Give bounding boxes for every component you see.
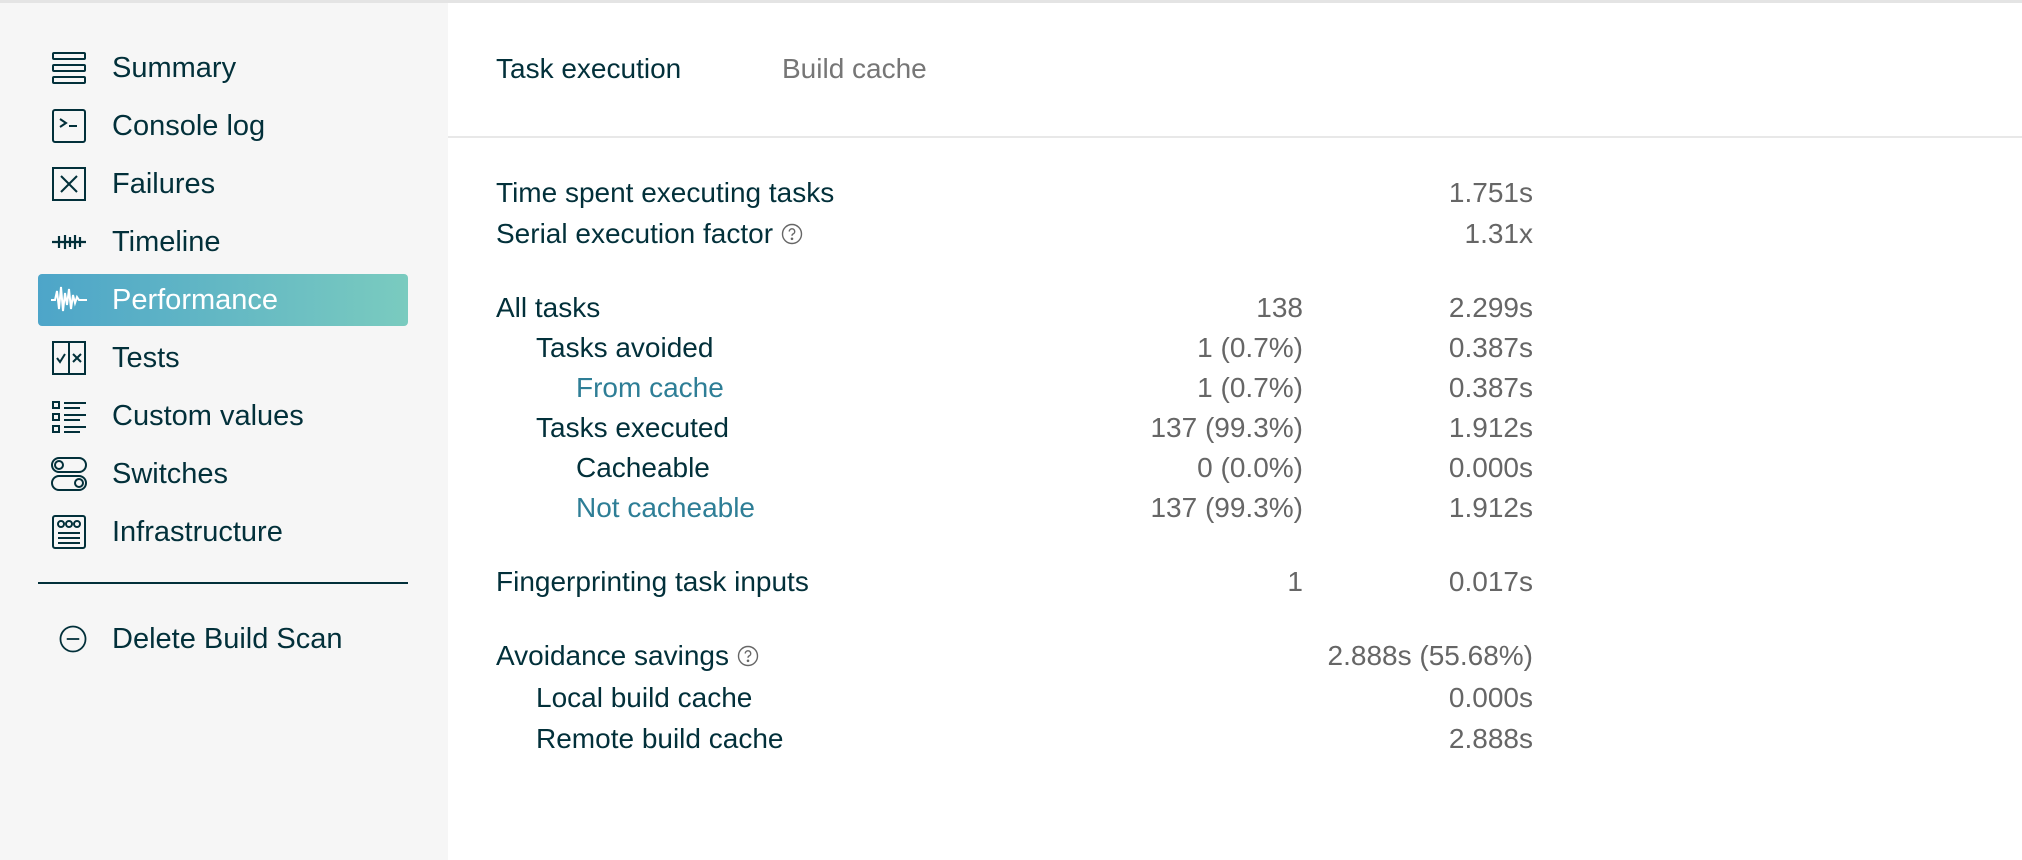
tab-bar: Task execution Build cache bbox=[448, 3, 2022, 138]
metric-time: 0.000s bbox=[1448, 452, 1533, 483]
sidebar-item-summary[interactable]: Summary bbox=[38, 42, 408, 94]
sidebar-item-switches[interactable]: Switches bbox=[38, 448, 408, 500]
help-icon[interactable] bbox=[781, 220, 803, 245]
sidebar-item-label: Failures bbox=[112, 167, 216, 200]
metric-row-tasks-executed: Tasks executed 137 (99.3%) 1.912s bbox=[496, 412, 1996, 448]
infrastructure-icon bbox=[50, 513, 88, 551]
metric-row-all-tasks: All tasks 138 2.299s bbox=[496, 292, 1996, 328]
sidebar: Summary Console log Failures Timeline Pe… bbox=[0, 3, 448, 860]
sidebar-item-timeline[interactable]: Timeline bbox=[38, 216, 408, 268]
metric-label: Time spent executing tasks bbox=[496, 177, 835, 208]
tests-icon bbox=[50, 339, 88, 377]
metric-label: Remote build cache bbox=[536, 723, 784, 754]
metric-label: Serial execution factor bbox=[496, 218, 774, 249]
tab-task-execution[interactable]: Task execution bbox=[496, 53, 681, 85]
metric-time: 1.31x bbox=[1464, 218, 1534, 249]
metric-count: 0 (0.0%) bbox=[1197, 452, 1303, 483]
sidebar-item-failures[interactable]: Failures bbox=[38, 158, 408, 210]
sidebar-item-label: Performance bbox=[112, 283, 279, 316]
failures-icon bbox=[50, 165, 88, 203]
sidebar-item-label: Switches bbox=[112, 457, 229, 490]
metric-label: All tasks bbox=[496, 292, 601, 323]
sidebar-item-label: Custom values bbox=[112, 399, 304, 432]
metric-time: 0.387s bbox=[1448, 372, 1533, 403]
sidebar-item-custom-values[interactable]: Custom values bbox=[38, 390, 408, 442]
sidebar-item-label: Summary bbox=[112, 51, 237, 84]
metric-count: 137 (99.3%) bbox=[1150, 412, 1303, 443]
metric-time: 1.751s bbox=[1448, 177, 1533, 208]
sidebar-item-label: Console log bbox=[112, 109, 266, 142]
metric-count: 1 (0.7%) bbox=[1197, 332, 1303, 363]
tab-build-cache[interactable]: Build cache bbox=[782, 53, 927, 85]
switches-icon bbox=[50, 455, 88, 493]
minus-circle-icon bbox=[54, 620, 92, 658]
metric-row-cacheable: Cacheable 0 (0.0%) 0.000s bbox=[496, 452, 1996, 488]
metric-time: 1.912s bbox=[1448, 412, 1533, 443]
metric-time: 2.888s bbox=[1448, 723, 1533, 754]
performance-icon bbox=[50, 281, 88, 319]
metric-row-fingerprinting: Fingerprinting task inputs 1 0.017s bbox=[496, 566, 1996, 602]
from-cache-link[interactable]: From cache bbox=[576, 372, 724, 404]
sidebar-divider bbox=[38, 582, 408, 584]
sidebar-item-label: Tests bbox=[112, 341, 180, 374]
metric-label: Fingerprinting task inputs bbox=[496, 566, 809, 597]
metric-row-remote-cache: Remote build cache 2.888s bbox=[496, 723, 1996, 759]
metric-row-local-cache: Local build cache 0.000s bbox=[496, 682, 1996, 718]
metric-label: Cacheable bbox=[576, 452, 710, 483]
metric-row-not-cacheable: Not cacheable 137 (99.3%) 1.912s bbox=[496, 492, 1996, 528]
metric-label: Tasks executed bbox=[536, 412, 729, 443]
sidebar-item-performance[interactable]: Performance bbox=[38, 274, 408, 326]
metric-time: 0.387s bbox=[1448, 332, 1533, 363]
metric-count: 1 bbox=[1287, 566, 1303, 597]
custom-values-icon bbox=[50, 397, 88, 435]
metric-time: 2.299s bbox=[1448, 292, 1533, 323]
metric-row-from-cache: From cache 1 (0.7%) 0.387s bbox=[496, 372, 1996, 408]
sidebar-item-tests[interactable]: Tests bbox=[38, 332, 408, 384]
metric-row-tasks-avoided: Tasks avoided 1 (0.7%) 0.387s bbox=[496, 332, 1996, 368]
metric-count: 1 (0.7%) bbox=[1197, 372, 1303, 403]
metric-row-time-spent: Time spent executing tasks 1.751s bbox=[496, 177, 1996, 213]
metric-row-avoidance-savings: Avoidance savings 2.888s (55.68%) bbox=[496, 640, 1996, 676]
summary-icon bbox=[50, 49, 88, 87]
timeline-icon bbox=[50, 223, 88, 261]
metric-time: 0.017s bbox=[1448, 566, 1533, 597]
delete-build-scan-button[interactable]: Delete Build Scan bbox=[38, 613, 408, 665]
metric-label: Local build cache bbox=[536, 682, 753, 713]
metric-label: Avoidance savings bbox=[496, 640, 729, 671]
sidebar-item-console-log[interactable]: Console log bbox=[38, 100, 408, 152]
help-icon[interactable] bbox=[737, 642, 759, 667]
metric-time: 0.000s bbox=[1448, 682, 1533, 713]
metric-count: 137 (99.3%) bbox=[1150, 492, 1303, 523]
sidebar-item-infrastructure[interactable]: Infrastructure bbox=[38, 506, 408, 558]
console-icon bbox=[50, 107, 88, 145]
metric-time: 2.888s (55.68%) bbox=[1327, 640, 1533, 671]
metric-time: 1.912s bbox=[1448, 492, 1533, 523]
metric-row-serial-factor: Serial execution factor 1.31x bbox=[496, 218, 1996, 254]
not-cacheable-link[interactable]: Not cacheable bbox=[576, 492, 755, 524]
main-panel: Task execution Build cache Time spent ex… bbox=[448, 3, 2022, 860]
sidebar-item-label: Infrastructure bbox=[112, 515, 283, 548]
sidebar-item-label: Timeline bbox=[112, 225, 221, 258]
metric-label: Tasks avoided bbox=[536, 332, 714, 363]
delete-build-scan-label: Delete Build Scan bbox=[112, 622, 343, 655]
metric-count: 138 bbox=[1256, 292, 1303, 323]
